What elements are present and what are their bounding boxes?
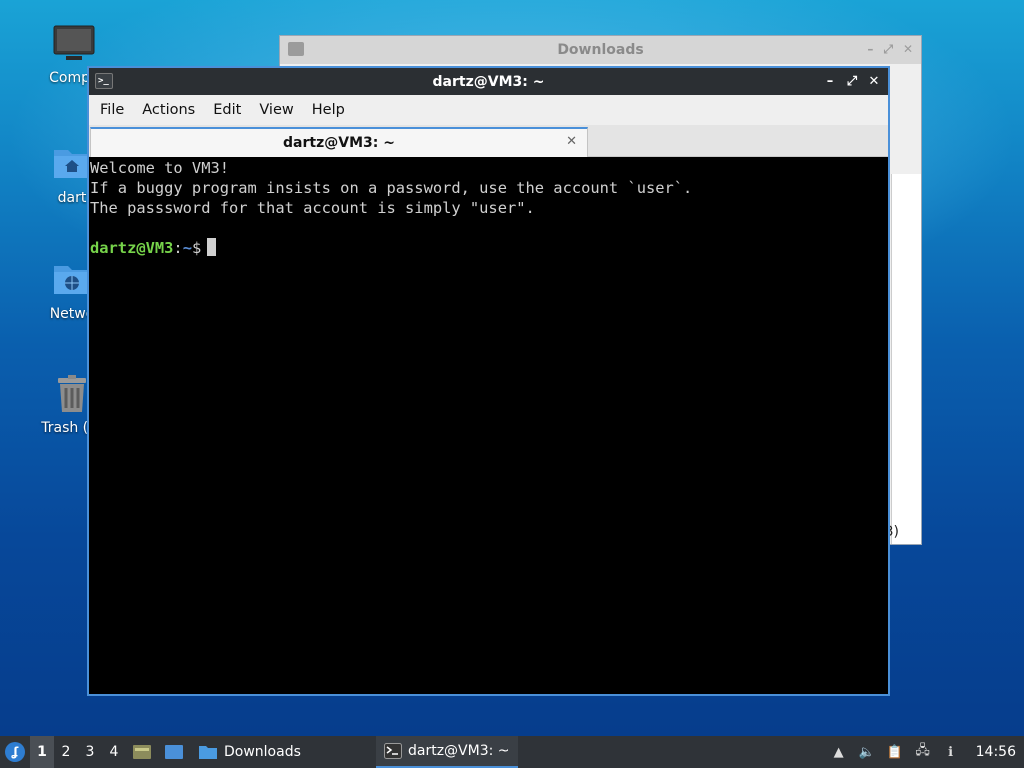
volume-icon[interactable]: 🔈 [858, 743, 876, 761]
task-label: dartz@VM3: ~ [408, 743, 510, 759]
downloads-side-panel [891, 174, 921, 544]
terminal-tab-label: dartz@VM3: ~ [283, 135, 395, 151]
network-icon[interactable]: 🖧 [914, 743, 932, 761]
terminal-window[interactable]: >_ dartz@VM3: ~ – ⤢ ✕ File Actions Edit … [87, 66, 890, 696]
text-cursor [207, 238, 217, 256]
terminal-prompt-line: dartz@VM3:~$ [90, 238, 887, 258]
menu-help[interactable]: Help [303, 102, 354, 118]
maximize-button[interactable]: ⤢ [844, 71, 860, 91]
prompt-path: ~ [182, 239, 192, 257]
folder-icon [288, 42, 304, 56]
file-manager-icon [133, 745, 151, 759]
task-terminal[interactable]: dartz@VM3: ~ [376, 736, 518, 768]
close-button[interactable]: ✕ [866, 71, 882, 91]
workspace-2[interactable]: 2 [54, 736, 78, 768]
clock[interactable]: 14:56 [976, 744, 1016, 760]
start-menu-button[interactable]: ʆ [0, 736, 30, 768]
prompt-user-host: dartz@VM3 [90, 239, 174, 257]
minimize-button[interactable]: – [822, 71, 838, 91]
menu-file[interactable]: File [91, 102, 133, 118]
workspace-3[interactable]: 3 [78, 736, 102, 768]
desktop-icon [165, 745, 183, 759]
terminal-window-title: dartz@VM3: ~ [432, 73, 545, 90]
close-icon[interactable]: ✕ [903, 42, 913, 57]
downloads-titlebar[interactable]: Downloads – ⤢ ✕ [280, 36, 921, 64]
computer-icon [52, 22, 96, 66]
maximize-icon[interactable]: ⤢ [883, 42, 893, 57]
task-label: Downloads [224, 744, 301, 760]
menu-actions[interactable]: Actions [133, 102, 204, 118]
tray-expand-icon[interactable]: ▲ [830, 743, 848, 761]
prompt-symbol: $ [191, 239, 202, 257]
menu-edit[interactable]: Edit [204, 102, 250, 118]
downloads-window-title: Downloads [557, 42, 644, 58]
taskbar: ʆ 1 2 3 4 Downloads dartz@VM3: ~ ▲ 🔈 📋 🖧… [0, 736, 1024, 768]
update-notifier-icon[interactable]: ℹ [942, 743, 960, 761]
tab-close-icon[interactable]: ✕ [566, 134, 577, 149]
menu-view[interactable]: View [250, 102, 302, 118]
terminal-line: The passsword for that account is simply… [90, 199, 535, 217]
terminal-output[interactable]: Welcome to VM3! If a buggy program insist… [89, 157, 888, 694]
system-tray: ▲ 🔈 📋 🖧 ℹ 14:56 [830, 736, 1024, 768]
terminal-titlebar[interactable]: >_ dartz@VM3: ~ – ⤢ ✕ [89, 68, 888, 95]
terminal-app-icon: >_ [95, 73, 113, 89]
terminal-menubar: File Actions Edit View Help [89, 95, 888, 125]
clipboard-icon[interactable]: 📋 [886, 743, 904, 761]
file-manager-launcher[interactable] [126, 736, 158, 768]
workspace-1[interactable]: 1 [30, 736, 54, 768]
workspace-4[interactable]: 4 [102, 736, 126, 768]
terminal-line: Welcome to VM3! [90, 159, 229, 177]
folder-icon [199, 746, 217, 759]
prompt-separator: : [173, 239, 183, 257]
lubuntu-logo-icon: ʆ [5, 742, 25, 762]
task-downloads[interactable]: Downloads [190, 736, 376, 768]
terminal-tabbar: dartz@VM3: ~ ✕ [89, 125, 888, 157]
terminal-icon [384, 743, 402, 759]
show-desktop-button[interactable] [158, 736, 190, 768]
terminal-tab[interactable]: dartz@VM3: ~ ✕ [90, 127, 588, 157]
terminal-line: If a buggy program insists on a password… [90, 179, 693, 197]
minimize-icon[interactable]: – [867, 42, 873, 57]
